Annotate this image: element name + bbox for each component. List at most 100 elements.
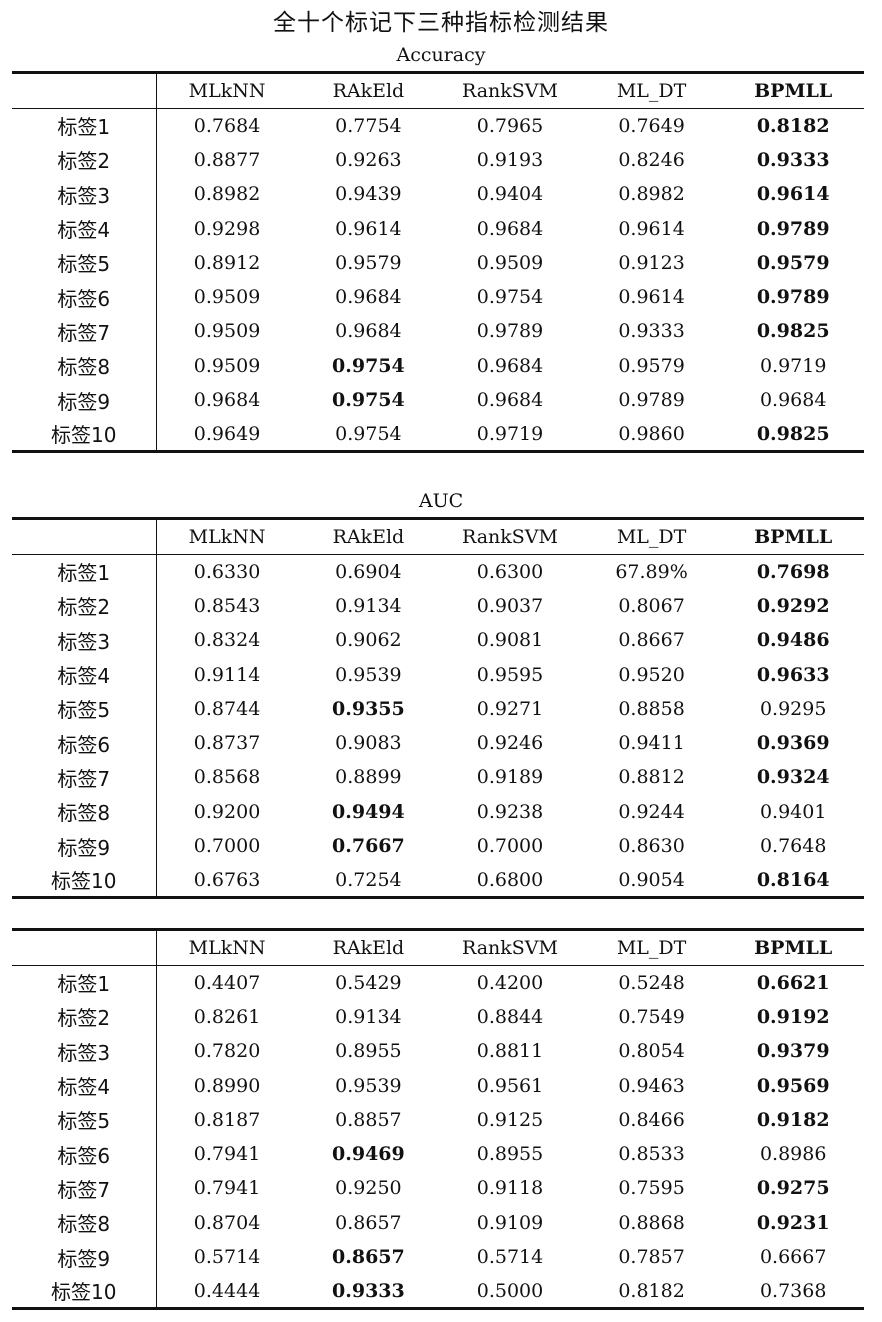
row-label: 标签10 bbox=[12, 1274, 157, 1310]
best-value-cell: 0.9579 bbox=[756, 251, 830, 274]
row-label: 标签10 bbox=[12, 863, 157, 899]
column-header: BPMLL bbox=[722, 517, 864, 555]
best-value-cell: 0.9192 bbox=[756, 1005, 830, 1028]
value-cell: 0.9684 bbox=[476, 389, 544, 412]
value-cell: 0.6300 bbox=[476, 560, 544, 583]
value-cell: 0.5248 bbox=[618, 971, 685, 994]
results-table: MLkNN RAkEld RankSVM ML_DT BPMLL 标签1 0.4407 0.5… bbox=[12, 928, 864, 1310]
value-cell: 0.9109 bbox=[476, 1211, 544, 1234]
best-value-cell: 0.7698 bbox=[756, 560, 830, 583]
row-label: 标签5 bbox=[12, 245, 157, 280]
value-cell: 0.8990 bbox=[193, 1074, 261, 1097]
best-value-cell: 0.8657 bbox=[332, 1246, 405, 1269]
value-cell: 0.9463 bbox=[618, 1074, 685, 1097]
column-header: RankSVM bbox=[439, 71, 581, 109]
value-cell: 0.9789 bbox=[618, 389, 685, 412]
table-row: 标签2 0.8877 0.9263 0.9193 0.8246 0.9333 bbox=[12, 142, 864, 178]
value-cell: 0.9649 bbox=[156, 417, 298, 453]
value-cell: 0.8630 bbox=[618, 835, 685, 858]
row-label: 标签2 bbox=[12, 999, 157, 1035]
row-label: 标签6 bbox=[12, 279, 157, 315]
value-cell: 0.8912 bbox=[193, 251, 261, 274]
best-value-cell: 0.9275 bbox=[756, 1177, 830, 1200]
value-cell: 0.9298 bbox=[193, 217, 261, 240]
value-cell: 0.4444 bbox=[156, 1274, 298, 1310]
value-cell: 0.5714 bbox=[476, 1246, 544, 1269]
best-value-cell: 0.9333 bbox=[297, 1274, 440, 1310]
value-cell: 0.9719 bbox=[439, 417, 581, 453]
row-label: 标签4 bbox=[12, 657, 157, 692]
row-label: 标签7 bbox=[12, 760, 157, 795]
value-cell: 0.8899 bbox=[335, 766, 402, 789]
row-label: 标签3 bbox=[12, 177, 157, 212]
value-cell: 0.8543 bbox=[193, 594, 261, 617]
value-cell: 0.7857 bbox=[618, 1246, 685, 1269]
value-cell: 0.6667 bbox=[759, 1246, 827, 1269]
value-cell: 0.8744 bbox=[193, 697, 261, 720]
value-cell: 0.8868 bbox=[618, 1211, 685, 1234]
value-cell: 0.5000 bbox=[439, 1274, 581, 1310]
value-cell: 0.7820 bbox=[193, 1040, 261, 1063]
value-cell: 0.5714 bbox=[193, 1246, 261, 1269]
value-cell: 0.9684 bbox=[335, 286, 402, 309]
value-cell: 0.6800 bbox=[439, 863, 581, 899]
header-row: MLkNN RAkEld RankSVM ML_DT BPMLL bbox=[12, 928, 864, 966]
best-value-cell: 0.9486 bbox=[756, 629, 830, 652]
value-cell: 0.9062 bbox=[335, 629, 402, 652]
value-cell: 0.9118 bbox=[476, 1177, 544, 1200]
value-cell: 0.7684 bbox=[193, 114, 261, 137]
value-cell: 0.8704 bbox=[193, 1211, 261, 1234]
value-cell: 0.6763 bbox=[156, 863, 298, 899]
value-cell: 0.9295 bbox=[759, 697, 827, 720]
table-row: 标签7 0.9509 0.9684 0.9789 0.9333 0.9825 bbox=[12, 314, 864, 349]
value-cell: 0.9754 bbox=[476, 286, 544, 309]
value-cell: 0.7965 bbox=[476, 114, 544, 137]
header-corner-cell bbox=[12, 71, 157, 109]
table-row: 标签5 0.8744 0.9355 0.9271 0.8858 0.9295 bbox=[12, 691, 864, 726]
value-cell: 0.8858 bbox=[618, 697, 685, 720]
value-cell: 0.9134 bbox=[335, 594, 402, 617]
value-cell: 0.8811 bbox=[476, 1040, 544, 1063]
value-cell: 0.8982 bbox=[618, 183, 685, 206]
column-header: MLkNN bbox=[156, 71, 298, 109]
value-cell: 0.7368 bbox=[722, 1274, 864, 1310]
value-cell: 0.9189 bbox=[476, 766, 544, 789]
best-value-cell: 0.6621 bbox=[756, 971, 830, 994]
header-row: MLkNN RAkEld RankSVM ML_DT BPMLL bbox=[12, 517, 864, 555]
table-row: 标签3 0.7820 0.8955 0.8811 0.8054 0.9379 bbox=[12, 1034, 864, 1069]
value-cell: 0.9037 bbox=[476, 594, 544, 617]
best-value-cell: 0.9379 bbox=[756, 1040, 830, 1063]
best-value-cell: 0.9333 bbox=[756, 148, 830, 171]
column-header: ML_DT bbox=[580, 928, 723, 966]
table-row: 标签6 0.9509 0.9684 0.9754 0.9614 0.9789 bbox=[12, 279, 864, 315]
value-cell: 0.8857 bbox=[335, 1108, 402, 1131]
value-cell: 0.9539 bbox=[335, 1074, 402, 1097]
value-cell: 0.9193 bbox=[476, 148, 544, 171]
best-value-cell: 0.9825 bbox=[722, 417, 864, 453]
row-label: 标签7 bbox=[12, 1171, 157, 1206]
value-cell: 0.9200 bbox=[193, 800, 261, 823]
row-label: 标签1 bbox=[12, 965, 157, 1000]
table-row: 标签7 0.8568 0.8899 0.9189 0.8812 0.9324 bbox=[12, 760, 864, 795]
table-row: 标签1 0.4407 0.5429 0.4200 0.5248 0.6621 bbox=[12, 965, 864, 1000]
value-cell: 0.8054 bbox=[618, 1040, 685, 1063]
value-cell: 0.7649 bbox=[618, 114, 685, 137]
value-cell: 0.9411 bbox=[618, 732, 685, 755]
row-label: 标签1 bbox=[12, 554, 157, 589]
value-cell: 0.9125 bbox=[476, 1108, 544, 1131]
row-label: 标签9 bbox=[12, 1239, 157, 1275]
row-label: 标签8 bbox=[12, 348, 157, 383]
value-cell: 0.9244 bbox=[618, 800, 685, 823]
results-table: MLkNN RAkEld RankSVM ML_DT BPMLL 标签1 0.6330 0.6… bbox=[12, 517, 864, 899]
value-cell: 0.8986 bbox=[759, 1143, 827, 1166]
row-label: 标签10 bbox=[12, 417, 157, 453]
value-cell: 0.8667 bbox=[618, 629, 685, 652]
table-row: 标签2 0.8543 0.9134 0.9037 0.8067 0.9292 bbox=[12, 588, 864, 624]
best-value-cell: 0.7667 bbox=[332, 835, 405, 858]
table-row: 标签10 0.9649 0.9754 0.9719 0.9860 0.9825 bbox=[12, 417, 864, 453]
value-cell: 0.9539 bbox=[335, 663, 402, 686]
value-cell: 0.7549 bbox=[618, 1005, 685, 1028]
value-cell: 0.9404 bbox=[476, 183, 544, 206]
value-cell: 0.8261 bbox=[193, 1005, 261, 1028]
row-label: 标签4 bbox=[12, 211, 157, 246]
